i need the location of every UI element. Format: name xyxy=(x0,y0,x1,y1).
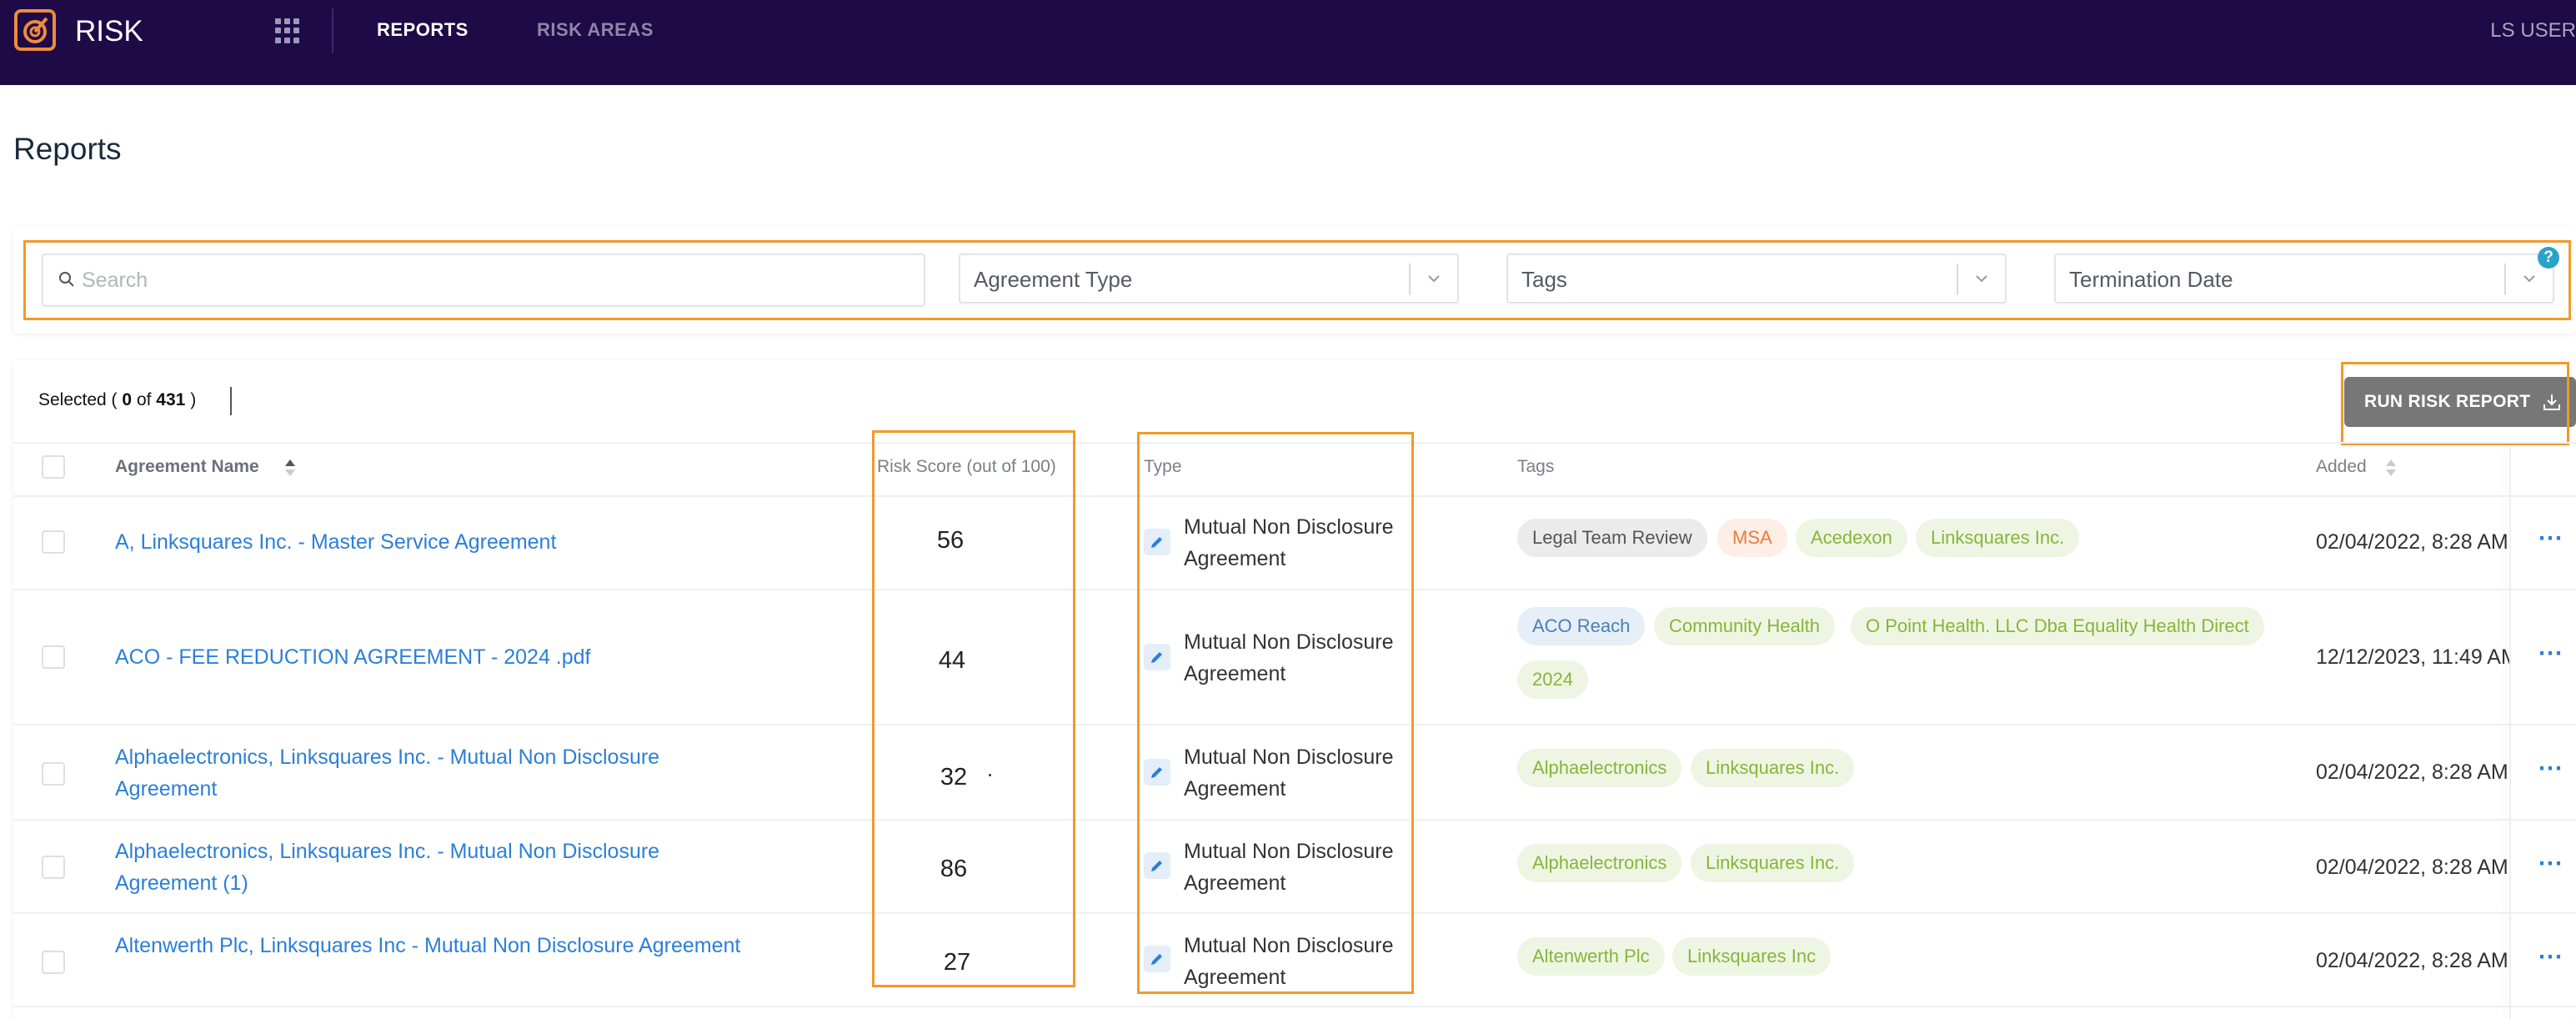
row-checkbox[interactable] xyxy=(42,856,65,879)
run-button-highlight-box xyxy=(2341,362,2569,445)
tag[interactable]: Linksquares Inc. xyxy=(1691,844,1855,882)
top-navbar: RISK REPORTS RISK AREAS LS USER xyxy=(0,0,2576,85)
tag[interactable]: Acedexon xyxy=(1796,519,1907,557)
risk-logo-icon[interactable] xyxy=(13,8,57,52)
type-highlight-box xyxy=(1137,432,1414,994)
column-header-added[interactable]: Added xyxy=(2316,457,2367,477)
sort-icon[interactable] xyxy=(2384,457,2398,479)
tag[interactable]: Community Health xyxy=(1654,607,1835,645)
tag[interactable]: Altenwerth Plc xyxy=(1517,937,1665,976)
select-all-checkbox[interactable] xyxy=(42,455,65,479)
page-title: Reports xyxy=(13,132,122,166)
tag[interactable]: Alphaelectronics xyxy=(1517,844,1682,882)
added-date: 02/04/2022, 8:28 AM xyxy=(2316,760,2508,784)
nav-risk-areas[interactable]: RISK AREAS xyxy=(537,19,654,41)
added-date: 12/12/2023, 11:49 AM xyxy=(2316,645,2511,669)
more-actions-icon[interactable]: ⋯ xyxy=(2538,942,2564,971)
tag[interactable]: 2024 xyxy=(1517,660,1588,699)
agreement-link[interactable]: Alphaelectronics, Linksquares Inc. - Mut… xyxy=(115,836,749,899)
app-name[interactable]: RISK xyxy=(75,15,143,48)
row-checkbox[interactable] xyxy=(42,530,65,554)
filters-highlight-box xyxy=(23,240,2571,320)
risk-score-highlight-box xyxy=(872,430,1075,987)
tag[interactable]: Linksquares Inc. xyxy=(1691,749,1855,787)
row-checkbox[interactable] xyxy=(42,762,65,786)
row-checkbox[interactable] xyxy=(42,645,65,669)
sticky-column-shadow xyxy=(2509,447,2511,1019)
added-date: 02/04/2022, 8:28 AM xyxy=(2316,530,2508,554)
user-menu[interactable]: LS USER xyxy=(2490,19,2576,43)
sort-ascending-icon[interactable] xyxy=(283,457,297,479)
added-date: 02/04/2022, 8:28 AM xyxy=(2316,949,2508,972)
column-header-agreement-name[interactable]: Agreement Name xyxy=(115,457,259,477)
column-header-tags[interactable]: Tags xyxy=(1517,457,1554,477)
tag[interactable]: MSA xyxy=(1717,519,1787,557)
agreement-link[interactable]: Altenwerth Plc, Linksquares Inc - Mutual… xyxy=(115,930,749,961)
tag[interactable]: ACO Reach xyxy=(1517,607,1646,645)
more-actions-icon[interactable]: ⋯ xyxy=(2538,754,2564,783)
more-actions-icon[interactable]: ⋯ xyxy=(2538,524,2564,553)
agreement-link[interactable]: ACO - FEE REDUCTION AGREEMENT - 2024 .pd… xyxy=(115,641,749,673)
nav-reports[interactable]: REPORTS xyxy=(377,19,469,41)
app-grid-icon[interactable] xyxy=(275,18,300,43)
more-actions-icon[interactable]: ⋯ xyxy=(2538,639,2564,668)
tag[interactable]: Linksquares Inc xyxy=(1672,937,1832,976)
more-actions-icon[interactable]: ⋯ xyxy=(2538,849,2564,878)
nav-divider xyxy=(332,8,333,53)
tag[interactable]: Linksquares Inc. xyxy=(1916,519,2080,557)
row-checkbox[interactable] xyxy=(42,951,65,974)
row-divider xyxy=(13,1006,2576,1007)
agreement-link[interactable]: A, Linksquares Inc. - Master Service Agr… xyxy=(115,526,749,558)
tag[interactable]: O Point Health. LLC Dba Equality Health … xyxy=(1851,607,2264,645)
agreement-link[interactable]: Alphaelectronics, Linksquares Inc. - Mut… xyxy=(115,741,749,805)
selection-count: Selected ( 0 of 431 ) xyxy=(38,390,197,409)
tag[interactable]: Legal Team Review xyxy=(1517,519,1707,557)
added-date: 02/04/2022, 8:28 AM xyxy=(2316,856,2508,879)
selection-divider xyxy=(230,387,232,415)
tag[interactable]: Alphaelectronics xyxy=(1517,749,1682,787)
